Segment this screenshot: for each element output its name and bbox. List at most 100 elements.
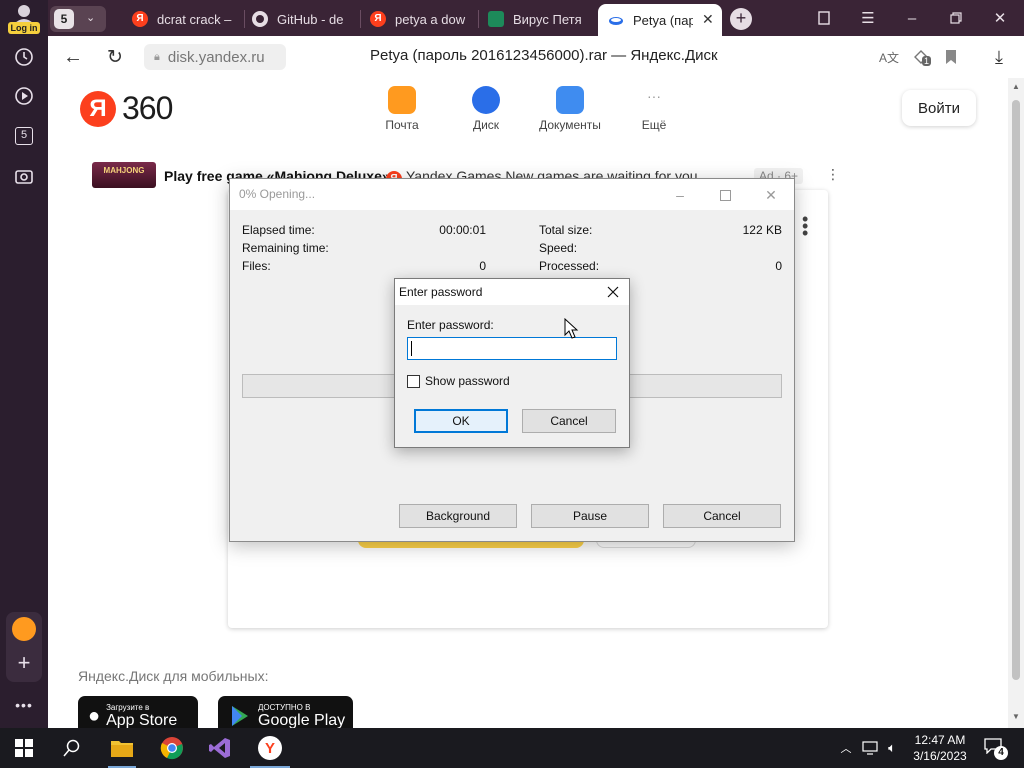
close-icon[interactable] bbox=[603, 282, 623, 302]
files-value: 0 bbox=[479, 259, 486, 273]
yandex-disk-icon bbox=[609, 17, 623, 25]
google-play-badge[interactable]: ДОСТУПНО В Google Play bbox=[218, 696, 353, 728]
notifications-icon[interactable]: 4 bbox=[984, 738, 1008, 760]
card-menu-icon[interactable]: • • • bbox=[802, 210, 808, 242]
processed-value: 0 bbox=[775, 259, 782, 273]
tab-1[interactable]: Я dcrat crack – bbox=[132, 4, 242, 34]
volume-icon[interactable]: 🔈︎ bbox=[884, 740, 900, 756]
more-dots-icon: ··· bbox=[647, 88, 661, 104]
network-icon[interactable] bbox=[862, 740, 878, 756]
total-size-value: 122 KB bbox=[742, 223, 782, 237]
translate-icon[interactable]: A文 bbox=[878, 46, 900, 68]
total-size-label: Total size: bbox=[539, 223, 593, 237]
scroll-up-arrow[interactable]: ▲ bbox=[1012, 82, 1020, 91]
password-titlebar[interactable]: Enter password bbox=[395, 279, 629, 305]
app-store-badge[interactable]: ● Загрузите в App Store bbox=[78, 696, 198, 728]
ad-menu-icon[interactable]: ⋮ bbox=[826, 166, 840, 183]
scroll-down-arrow[interactable]: ▼ bbox=[1012, 712, 1020, 721]
bookmark-icon[interactable] bbox=[940, 46, 962, 68]
tab-4[interactable]: Вирус Петя bbox=[488, 4, 588, 34]
close-window-icon[interactable]: ✕ bbox=[990, 8, 1010, 28]
minimize-icon[interactable]: – bbox=[902, 8, 922, 28]
background-button[interactable]: Background bbox=[399, 504, 517, 528]
maximize-icon[interactable] bbox=[715, 185, 735, 205]
lock-icon: 🔒︎ bbox=[154, 50, 160, 63]
service-more[interactable]: ··· Ещё bbox=[614, 86, 694, 132]
file-explorer-icon[interactable] bbox=[108, 734, 136, 762]
yandex-icon: Я bbox=[370, 11, 386, 27]
sidebar-counter[interactable]: 5 bbox=[9, 121, 39, 151]
tab-3[interactable]: Я petya a dow bbox=[370, 4, 470, 34]
apple-icon: ● bbox=[88, 704, 101, 727]
chrome-icon[interactable] bbox=[158, 734, 186, 762]
minimize-icon[interactable]: – bbox=[670, 185, 690, 205]
google-play-icon bbox=[232, 706, 248, 726]
checkbox-box[interactable] bbox=[407, 374, 420, 388]
new-tab-button[interactable]: + bbox=[730, 8, 752, 30]
tab-2[interactable]: GitHub - de bbox=[252, 4, 352, 34]
files-label: Files: bbox=[242, 259, 271, 273]
url-field[interactable]: 🔒︎ disk.yandex.ru bbox=[144, 44, 286, 70]
menu-icon[interactable]: ☰ bbox=[858, 8, 878, 28]
mobile-apps-label: Яндекс.Диск для мобильных: bbox=[78, 668, 269, 684]
elapsed-time-value: 00:00:01 bbox=[439, 223, 486, 237]
ok-button[interactable]: OK bbox=[414, 409, 508, 433]
speed-label: Speed: bbox=[539, 241, 578, 255]
tray-overflow-icon[interactable]: ︿ bbox=[838, 740, 854, 756]
chevron-down-icon: ⌄ bbox=[86, 12, 96, 24]
login-button[interactable]: Войти bbox=[902, 90, 976, 126]
service-documents[interactable]: Документы bbox=[530, 86, 610, 132]
restore-icon[interactable] bbox=[946, 8, 966, 28]
user-icon bbox=[14, 5, 34, 24]
tab-counter-button[interactable]: 5 ⌄ bbox=[50, 6, 106, 32]
password-field-label: Enter password: bbox=[407, 318, 494, 332]
close-tab-icon[interactable]: ✕ bbox=[702, 11, 714, 28]
address-bar: ← ↻ 🔒︎ disk.yandex.ru Petya (пароль 2016… bbox=[48, 36, 1024, 78]
show-password-checkbox[interactable]: Show password bbox=[407, 374, 510, 388]
system-clock[interactable]: 12:47 AM 3/16/2023 bbox=[904, 732, 976, 764]
history-icon[interactable] bbox=[9, 42, 39, 72]
add-panel-icon[interactable]: + bbox=[9, 648, 39, 678]
page-scrollbar[interactable]: ▲ ▼ bbox=[1008, 78, 1024, 728]
notification-count: 4 bbox=[994, 746, 1008, 760]
cancel-extraction-button[interactable]: Cancel bbox=[663, 504, 781, 528]
screenshot-icon[interactable] bbox=[9, 161, 39, 191]
enter-password-dialog: Enter password Enter password: Show pass… bbox=[394, 278, 630, 448]
yandex-icon: Я bbox=[132, 11, 148, 27]
page-title: Petya (пароль 2016123456000).rar — Яндек… bbox=[370, 47, 718, 64]
scroll-thumb[interactable] bbox=[1012, 100, 1020, 680]
windows-taskbar: Y ︿ 🔈︎ 12:47 AM 3/16/2023 4 bbox=[0, 728, 1024, 768]
tab-bar: 5 ⌄ Я dcrat crack – GitHub - de Я petya … bbox=[48, 0, 1024, 36]
elapsed-time-label: Elapsed time: bbox=[242, 223, 315, 237]
more-icon[interactable]: ••• bbox=[9, 690, 39, 720]
progress-titlebar[interactable]: 0% Opening... – ✕ bbox=[230, 179, 794, 210]
browser-sidebar: Log in 5 + ••• bbox=[0, 0, 48, 728]
password-dialog-title: Enter password bbox=[399, 285, 483, 299]
back-icon[interactable]: ← bbox=[62, 46, 84, 68]
github-icon bbox=[252, 11, 268, 27]
remaining-time-label: Remaining time: bbox=[242, 241, 329, 255]
pause-button[interactable]: Pause bbox=[531, 504, 649, 528]
disk-icon bbox=[472, 86, 500, 114]
yandex-browser-icon[interactable]: Y bbox=[256, 734, 284, 762]
download-icon[interactable]: ⤓ bbox=[988, 46, 1010, 68]
login-avatar[interactable]: Log in bbox=[6, 4, 42, 34]
cancel-button[interactable]: Cancel bbox=[522, 409, 616, 433]
search-icon[interactable] bbox=[58, 734, 86, 762]
service-mail[interactable]: Почта bbox=[362, 86, 442, 132]
text-caret bbox=[411, 341, 412, 356]
tab-5-active[interactable]: Petya (пар ✕ bbox=[598, 4, 722, 36]
visual-studio-icon[interactable] bbox=[206, 734, 234, 762]
progress-title: 0% Opening... bbox=[239, 187, 316, 201]
password-input[interactable] bbox=[407, 337, 617, 360]
extension-icon[interactable]: 1 bbox=[910, 46, 932, 68]
bookmarks-panel-icon[interactable] bbox=[814, 8, 834, 28]
mail-app-icon[interactable] bbox=[9, 614, 39, 644]
reload-icon[interactable]: ↻ bbox=[104, 46, 126, 68]
play-icon[interactable] bbox=[9, 81, 39, 111]
windows-start-icon[interactable] bbox=[10, 734, 38, 762]
processed-label: Processed: bbox=[539, 259, 600, 273]
close-icon[interactable]: ✕ bbox=[761, 185, 781, 205]
yandex-360-logo[interactable]: Я 360 bbox=[80, 90, 173, 127]
service-disk[interactable]: Диск bbox=[446, 86, 526, 132]
